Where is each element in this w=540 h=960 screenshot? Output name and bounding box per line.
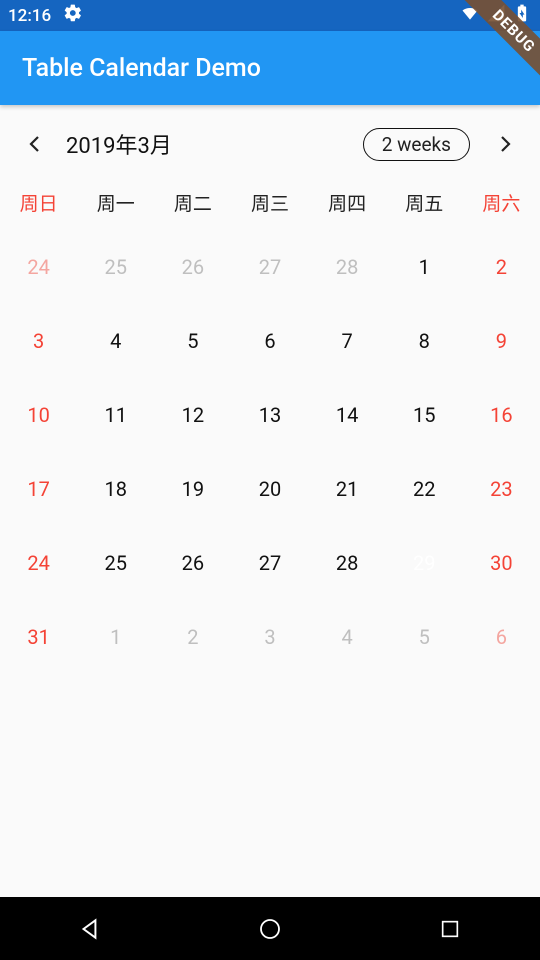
month-label: 2019年3月 (66, 128, 172, 160)
calendar-day-cell[interactable]: 26 (154, 534, 231, 592)
calendar-day-cell[interactable]: 7 (309, 312, 386, 370)
calendar-day-cell[interactable]: 25 (77, 238, 154, 296)
calendar-week-row: 3456789 (0, 304, 540, 378)
calendar-day-cell[interactable]: 27 (231, 534, 308, 592)
calendar-day-cell[interactable]: 14 (309, 386, 386, 444)
weekday-label: 周一 (77, 189, 154, 216)
weekday-label: 周四 (309, 189, 386, 216)
calendar-day-cell[interactable]: 9 (463, 312, 540, 370)
calendar-week-row: 31123456 (0, 600, 540, 674)
recent-apps-button[interactable] (420, 909, 480, 949)
calendar-day-cell[interactable]: 4 (309, 608, 386, 666)
calendar-header: 2019年3月 2 weeks (0, 105, 540, 183)
calendar-day-cell[interactable]: 27 (231, 238, 308, 296)
calendar-day-cell[interactable]: 26 (154, 238, 231, 296)
calendar-day-cell[interactable]: 31 (0, 608, 77, 666)
calendar-day-cell[interactable]: 29 (386, 534, 463, 592)
weekday-header: 周日周一周二周三周四周五周六 (0, 183, 540, 230)
weekday-label: 周日 (0, 189, 77, 216)
gear-icon (63, 3, 83, 28)
calendar-day-cell[interactable]: 11 (77, 386, 154, 444)
battery-icon (512, 3, 532, 28)
calendar-day-cell[interactable]: 28 (309, 238, 386, 296)
calendar-day-cell[interactable]: 24 (0, 534, 77, 592)
calendar-day-cell[interactable]: 16 (463, 386, 540, 444)
calendar-day-cell[interactable]: 15 (386, 386, 463, 444)
calendar-week-row: 24252627282930 (0, 526, 540, 600)
calendar-grid: 2425262728123456789101112131415161718192… (0, 230, 540, 674)
home-button[interactable] (240, 909, 300, 949)
system-nav-bar (0, 897, 540, 960)
calendar-day-cell[interactable]: 6 (463, 608, 540, 666)
app-bar: Table Calendar Demo (0, 31, 540, 105)
calendar-day-cell[interactable]: 3 (231, 608, 308, 666)
calendar-day-cell[interactable]: 1 (77, 608, 154, 666)
calendar-day-cell[interactable]: 6 (231, 312, 308, 370)
calendar-day-cell[interactable]: 2 (154, 608, 231, 666)
calendar-day-cell[interactable]: 5 (154, 312, 231, 370)
calendar-week-row: 242526272812 (0, 230, 540, 304)
calendar-day-cell[interactable]: 17 (0, 460, 77, 518)
calendar-day-cell[interactable]: 18 (77, 460, 154, 518)
status-bar: 12:16 (0, 0, 540, 31)
wifi-icon (460, 3, 480, 28)
calendar-day-cell[interactable]: 3 (0, 312, 77, 370)
calendar-day-cell[interactable]: 10 (0, 386, 77, 444)
next-month-button[interactable] (478, 117, 532, 171)
weekday-label: 周三 (231, 189, 308, 216)
page-title: Table Calendar Demo (22, 54, 261, 83)
calendar-day-cell[interactable]: 22 (386, 460, 463, 518)
calendar-week-row: 17181920212223 (0, 452, 540, 526)
calendar-day-cell[interactable]: 30 (463, 534, 540, 592)
calendar-day-cell[interactable]: 12 (154, 386, 231, 444)
calendar-day-cell[interactable]: 21 (309, 460, 386, 518)
status-right (460, 3, 532, 28)
back-button[interactable] (60, 909, 120, 949)
calendar-day-cell[interactable]: 8 (386, 312, 463, 370)
calendar-day-cell[interactable]: 23 (463, 460, 540, 518)
status-left: 12:16 (8, 3, 83, 28)
calendar-day-cell[interactable]: 28 (309, 534, 386, 592)
weekday-label: 周六 (463, 189, 540, 216)
weekday-label: 周五 (386, 189, 463, 216)
signal-icon (486, 3, 506, 28)
format-toggle-button[interactable]: 2 weeks (363, 128, 470, 161)
calendar-day-cell[interactable]: 13 (231, 386, 308, 444)
status-time: 12:16 (8, 6, 51, 26)
weekday-label: 周二 (154, 189, 231, 216)
calendar-day-cell[interactable]: 24 (0, 238, 77, 296)
calendar-day-cell[interactable]: 5 (386, 608, 463, 666)
calendar-week-row: 10111213141516 (0, 378, 540, 452)
calendar-day-cell[interactable]: 20 (231, 460, 308, 518)
calendar-day-cell[interactable]: 4 (77, 312, 154, 370)
calendar-day-cell[interactable]: 2 (463, 238, 540, 296)
calendar-day-cell[interactable]: 1 (386, 238, 463, 296)
calendar-day-cell[interactable]: 25 (77, 534, 154, 592)
prev-month-button[interactable] (8, 117, 62, 171)
calendar-day-cell[interactable]: 19 (154, 460, 231, 518)
